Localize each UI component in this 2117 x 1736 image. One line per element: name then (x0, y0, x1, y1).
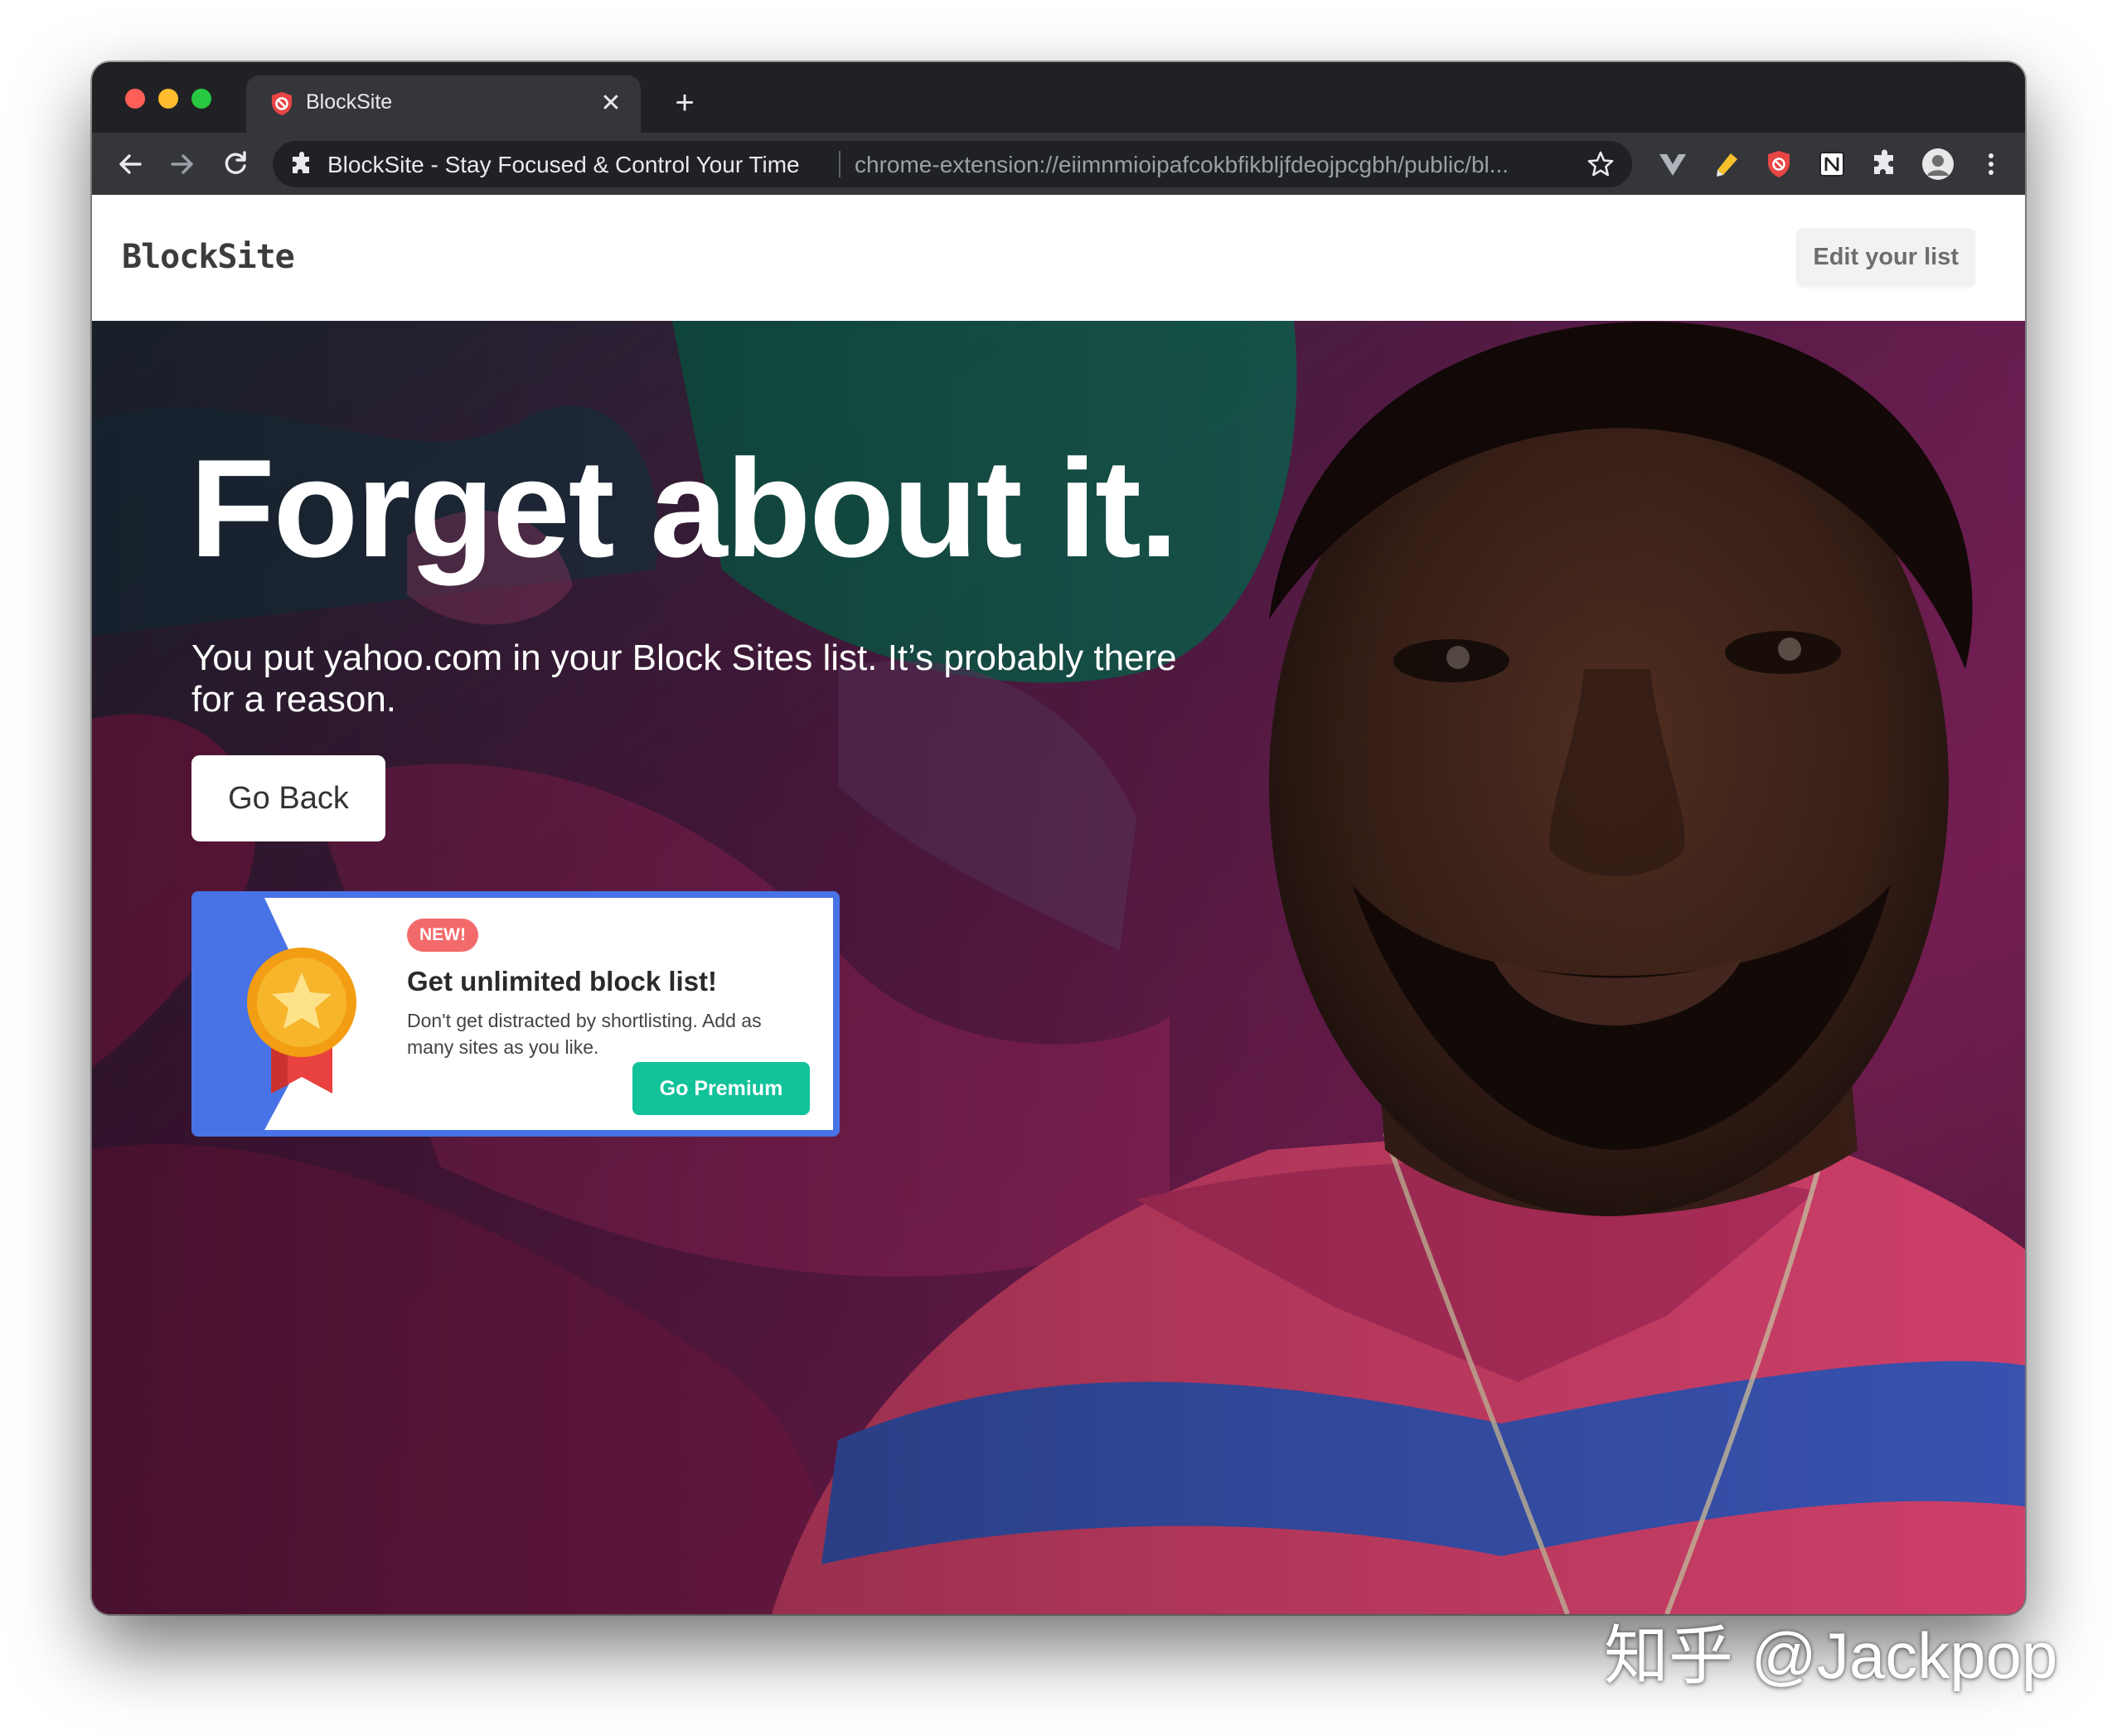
reload-icon[interactable] (214, 143, 257, 186)
edit-list-button[interactable]: Edit your list (1796, 228, 1975, 286)
forward-arrow-icon[interactable] (161, 143, 204, 186)
puzzle-icon (293, 152, 309, 173)
omnibox-divider (839, 151, 841, 177)
browser-window: BlockSite ✕ + BlockSite - Stay Focused &… (92, 62, 2025, 1614)
go-premium-button[interactable]: Go Premium (632, 1062, 810, 1115)
premium-promo-card: NEW! Get unlimited block list! Don't get… (191, 891, 840, 1137)
new-badge: NEW! (407, 919, 478, 952)
promo-title: Get unlimited block list! (407, 966, 718, 997)
back-arrow-icon[interactable] (109, 143, 152, 186)
tab-strip: BlockSite ✕ + (92, 62, 2025, 133)
more-menu-icon[interactable] (1974, 148, 2008, 181)
browser-toolbar: BlockSite - Stay Focused & Control Your … (92, 133, 2025, 195)
site-header: BlockSite Edit your list (92, 195, 2025, 322)
highlighter-icon[interactable] (1709, 148, 1742, 181)
hero-subtitle: You put yahoo.com in your Block Sites li… (191, 638, 1177, 720)
page-url: chrome-extension://eiimnmioipafcokbfikbl… (855, 152, 1509, 177)
tab-title: BlockSite (306, 90, 393, 114)
blocksite-logo[interactable]: BlockSite (122, 238, 295, 276)
window-minimize-button[interactable] (158, 89, 178, 109)
go-back-button[interactable]: Go Back (191, 755, 385, 841)
hero-title: Forget about it. (190, 430, 1179, 586)
hero-section: Forget about it. You put yahoo.com in yo… (92, 321, 2025, 1614)
watermark-text: 知乎 @Jackpop (1604, 1619, 2058, 1692)
star-icon[interactable] (1584, 148, 1617, 181)
screenshot-page: BlockSite ✕ + BlockSite - Stay Focused &… (0, 0, 2117, 1736)
page-site-name: BlockSite - Stay Focused & Control Your … (327, 152, 800, 177)
address-bar[interactable]: BlockSite - Stay Focused & Control Your … (273, 141, 1632, 187)
medal-icon (247, 948, 356, 1093)
page-content: BlockSite Edit your list Forget about it… (92, 195, 2025, 1614)
tab-blocksite[interactable]: BlockSite ✕ (246, 75, 641, 133)
close-icon[interactable]: ✕ (593, 85, 629, 122)
blocksite-favicon-icon (272, 92, 292, 115)
profile-avatar[interactable] (1921, 148, 1955, 181)
window-maximize-button[interactable] (191, 89, 211, 109)
promo-description: Don't get distracted by shortlisting. Ad… (407, 1010, 762, 1058)
vue-devtools-icon[interactable] (1656, 148, 1689, 181)
plus-icon[interactable]: + (664, 82, 705, 124)
window-close-button[interactable] (125, 89, 145, 109)
blocksite-shield-icon[interactable] (1762, 148, 1795, 181)
notion-icon[interactable] (1815, 148, 1848, 181)
extensions-puzzle-icon[interactable] (1868, 148, 1901, 181)
